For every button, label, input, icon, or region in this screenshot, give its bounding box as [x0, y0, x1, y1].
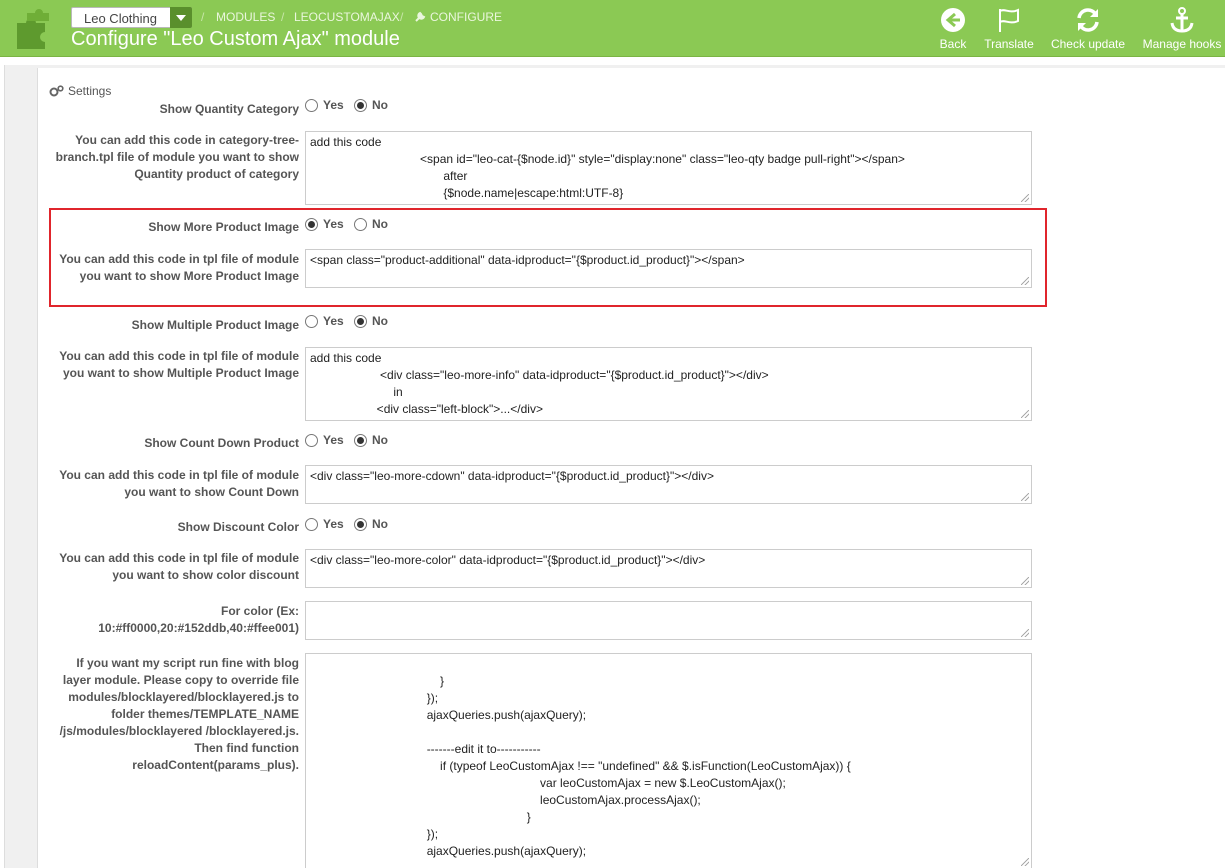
radio-label: No [372, 217, 388, 231]
radio-label: Yes [323, 517, 344, 531]
radio-multi-img-yes[interactable]: Yes [305, 314, 344, 328]
radio-label: Yes [323, 98, 344, 112]
for-color-textarea[interactable] [305, 601, 1032, 640]
radio-dot[interactable] [354, 217, 367, 231]
breadcrumb-modules[interactable]: MODULES [216, 10, 275, 24]
manage-hooks-button[interactable]: Manage hooks [1140, 6, 1224, 51]
radio-countdown-no[interactable]: No [354, 433, 388, 447]
radio-multi-img-no[interactable]: No [354, 314, 388, 328]
top-header: Leo Clothing / MODULES / LEOCUSTOMAJAX /… [0, 0, 1225, 57]
label-show-discount-color: Show Discount Color [177, 520, 299, 534]
back-button[interactable]: Back [938, 6, 968, 51]
radio-label: No [372, 433, 388, 447]
radio-discount-yes[interactable]: Yes [305, 517, 344, 531]
label-qty-cat-code: You can add this code in category-tree-b… [55, 133, 299, 181]
back-arrow-icon [941, 8, 965, 32]
translate-button[interactable]: Translate [981, 6, 1037, 51]
shop-select[interactable]: Leo Clothing [71, 7, 192, 28]
radio-more-img-yes[interactable]: Yes [305, 217, 344, 231]
more-img-code-textarea[interactable]: <span class="product-additional" data-id… [305, 249, 1032, 288]
manage-hooks-label: Manage hooks [1142, 37, 1222, 51]
countdown-code-textarea[interactable]: <div class="leo-more-cdown" data-idprodu… [305, 465, 1032, 504]
breadcrumb-configure: CONFIGURE [430, 10, 502, 24]
label-for-color: For color (Ex: 10:#ff0000,20:#152ddb,40:… [98, 604, 299, 635]
qty-cat-code-textarea[interactable]: add this code <span id="leo-cat-{$node.i… [305, 131, 1032, 205]
radio-label: No [372, 517, 388, 531]
multi-img-code-textarea[interactable]: add this code <div class="leo-more-info"… [305, 347, 1032, 421]
radio-dot[interactable] [305, 217, 318, 231]
radio-dot[interactable] [305, 98, 318, 112]
page-title: Configure "Leo Custom Ajax" module [71, 28, 400, 50]
radio-label: No [372, 314, 388, 328]
breadcrumb-separator: / [201, 10, 205, 24]
breadcrumb-module[interactable]: LEOCUSTOMAJAX [294, 10, 400, 24]
radio-qty-cat-yes[interactable]: Yes [305, 98, 344, 112]
radio-dot[interactable] [305, 314, 318, 328]
radio-more-img-no[interactable]: No [354, 217, 388, 231]
label-discount-code: You can add this code in tpl file of mod… [59, 551, 299, 582]
radio-label: Yes [323, 217, 344, 231]
radio-countdown-yes[interactable]: Yes [305, 433, 344, 447]
radio-discount-no[interactable]: No [354, 517, 388, 531]
anchor-icon [1170, 7, 1194, 33]
translate-label: Translate [984, 37, 1034, 51]
radio-dot[interactable] [305, 433, 318, 447]
label-show-quantity-category: Show Quantity Category [159, 102, 299, 116]
radio-dot[interactable] [305, 517, 318, 531]
discount-code-textarea[interactable]: <div class="leo-more-color" data-idprodu… [305, 549, 1032, 588]
blog-layer-code-textarea[interactable]: } }); ajaxQueries.push(ajaxQuery); -----… [305, 653, 1032, 868]
radio-dot[interactable] [354, 314, 367, 328]
shop-select-value: Leo Clothing [84, 11, 157, 26]
label-show-count-down: Show Count Down Product [144, 436, 299, 450]
label-show-more-product-image: Show More Product Image [148, 220, 299, 234]
flag-icon [999, 8, 1019, 32]
puzzle-logo-icon [17, 9, 49, 49]
check-update-label: Check update [1050, 37, 1126, 51]
chevron-down-icon[interactable] [170, 7, 192, 28]
label-multi-img-code: You can add this code in tpl file of mod… [59, 349, 299, 380]
panel-heading-text: Settings [68, 84, 112, 98]
radio-qty-cat-no[interactable]: No [354, 98, 388, 112]
breadcrumb-separator: / [281, 10, 285, 24]
back-label: Back [939, 37, 967, 51]
panel-heading: Settings [49, 84, 111, 98]
wrench-icon [415, 11, 426, 22]
label-show-multiple-product-image: Show Multiple Product Image [131, 318, 299, 332]
refresh-icon [1077, 8, 1099, 32]
label-countdown-code: You can add this code in tpl file of mod… [59, 468, 299, 499]
label-more-img-code: You can add this code in tpl file of mod… [59, 252, 299, 283]
radio-label: No [372, 98, 388, 112]
breadcrumb-separator: / [400, 10, 404, 24]
gears-icon [49, 85, 64, 97]
radio-dot[interactable] [354, 517, 367, 531]
radio-dot[interactable] [354, 433, 367, 447]
check-update-button[interactable]: Check update [1048, 6, 1128, 51]
radio-label: Yes [323, 433, 344, 447]
radio-label: Yes [323, 314, 344, 328]
radio-dot[interactable] [354, 98, 367, 112]
label-blog-layer: If you want my script run fine with blog… [59, 656, 299, 772]
